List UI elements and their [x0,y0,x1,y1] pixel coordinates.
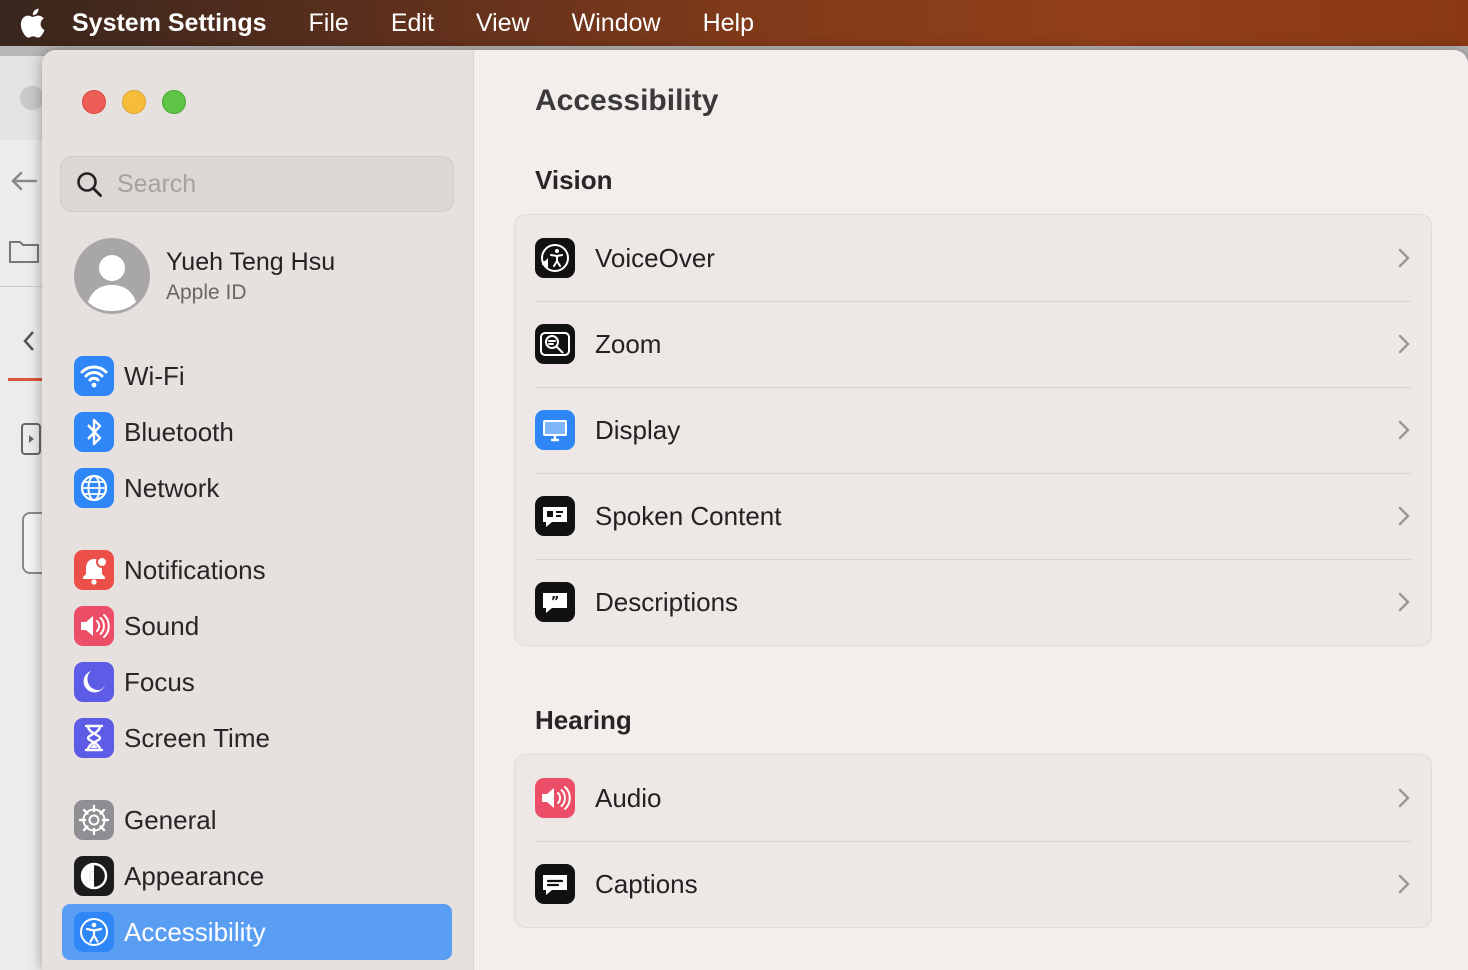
sidebar-item-accessibility[interactable]: Accessibility [62,904,452,960]
hourglass-icon [74,718,114,758]
row-label: Display [595,414,681,445]
sidebar-group-connectivity: Wi-Fi Bluetooth Network [62,348,452,516]
sidebar-item-screen-time[interactable]: Screen Time [62,710,452,766]
row-audio[interactable]: Audio [515,755,1431,841]
voiceover-icon [535,238,575,278]
row-display[interactable]: Display [515,387,1431,473]
wifi-icon [74,356,114,396]
vision-group: VoiceOver Zoom Display Spoken Content ” … [514,214,1432,646]
search-icon [77,172,102,197]
speaker-icon [74,606,114,646]
row-descriptions[interactable]: ” Descriptions [515,559,1431,645]
sidebar-group-system: General Appearance Accessibility [62,792,452,960]
sidebar-item-network[interactable]: Network [62,460,452,516]
row-label: Audio [595,782,662,813]
content-pane: Accessibility Vision VoiceOver Zoom Disp… [474,50,1468,970]
sidebar-item-focus[interactable]: Focus [62,654,452,710]
menu-window[interactable]: Window [572,9,661,38]
chevron-right-icon [1398,420,1410,440]
descriptions-icon: ” [535,582,575,622]
search-field[interactable] [60,156,454,212]
section-title-hearing: Hearing [535,705,632,735]
chevron-right-icon [1398,788,1410,808]
sidebar-item-appearance[interactable]: Appearance [62,848,452,904]
sidebar-item-label: Accessibility [124,916,266,947]
row-label: Descriptions [595,586,739,617]
chevron-right-icon [1398,248,1410,268]
page-title: Accessibility [535,84,719,117]
moon-icon [74,662,114,702]
sidebar-item-label: Wi-Fi [124,360,185,391]
row-captions[interactable]: Captions [515,841,1431,927]
row-label: Zoom [595,328,662,359]
close-button[interactable] [82,90,106,114]
menu-edit[interactable]: Edit [391,9,434,38]
menu-help[interactable]: Help [703,9,754,38]
sidebar-item-label: Notifications [124,554,266,585]
back-arrow-icon [11,171,38,191]
audio-icon [535,778,575,818]
avatar [74,238,150,314]
search-input[interactable] [115,168,419,200]
chevron-right-icon [1398,592,1410,612]
display-icon [535,410,575,450]
zoom-icon [535,324,575,364]
background-window-button [20,86,44,110]
sidebar-group-notifications: Notifications Sound Focus Screen Time [62,542,452,766]
menu-bar: System Settings File Edit View Window He… [0,0,1468,46]
row-spoken-content[interactable]: Spoken Content [515,473,1431,559]
profile-name: Yueh Teng Hsu [166,247,336,276]
row-zoom[interactable]: Zoom [515,301,1431,387]
sidebar-item-notifications[interactable]: Notifications [62,542,452,598]
chevron-right-icon [1398,874,1410,894]
window-controls [82,90,186,114]
svg-text:”: ” [551,595,560,610]
globe-icon [74,468,114,508]
row-voiceover[interactable]: VoiceOver [515,215,1431,301]
menu-view[interactable]: View [476,9,530,38]
system-settings-window: Yueh Teng Hsu Apple ID Wi-Fi Bluetooth [42,50,1468,970]
chevron-left-icon [23,331,34,351]
gear-icon [74,800,114,840]
accessibility-icon [74,912,114,952]
section-title-vision: Vision [535,165,613,195]
profile-subtitle: Apple ID [166,280,247,304]
row-label: Spoken Content [595,500,782,531]
hearing-group: Audio Captions [514,754,1432,928]
folder-icon [9,241,39,263]
bell-icon [74,550,114,590]
captions-icon [535,864,575,904]
bluetooth-icon [74,412,114,452]
row-label: VoiceOver [595,242,715,273]
spoken-content-icon [535,496,575,536]
sidebar-item-bluetooth[interactable]: Bluetooth [62,404,452,460]
chevron-right-icon [1398,506,1410,526]
sidebar-item-label: Bluetooth [124,416,234,447]
apple-id-profile[interactable]: Yueh Teng Hsu Apple ID [74,238,335,314]
chevron-right-icon [1398,334,1410,354]
menu-file[interactable]: File [309,9,349,38]
sidebar-item-label: Screen Time [124,722,270,753]
sidebar-item-label: Network [124,472,220,503]
minimize-button[interactable] [122,90,146,114]
sidebar-item-sound[interactable]: Sound [62,598,452,654]
appearance-icon [74,856,114,896]
sidebar: Yueh Teng Hsu Apple ID Wi-Fi Bluetooth [42,50,474,970]
menu-app-name[interactable]: System Settings [72,9,267,38]
sidebar-item-label: Focus [124,666,195,697]
sidebar-item-label: General [124,804,217,835]
apple-logo-icon[interactable] [18,7,48,39]
sidebar-item-label: Appearance [124,860,265,891]
sidebar-item-general[interactable]: General [62,792,452,848]
sidebar-item-wifi[interactable]: Wi-Fi [62,348,452,404]
sidebar-toggle-icon [21,423,41,455]
row-label: Captions [595,868,698,899]
zoom-button[interactable] [162,90,186,114]
sidebar-item-label: Sound [124,610,200,641]
